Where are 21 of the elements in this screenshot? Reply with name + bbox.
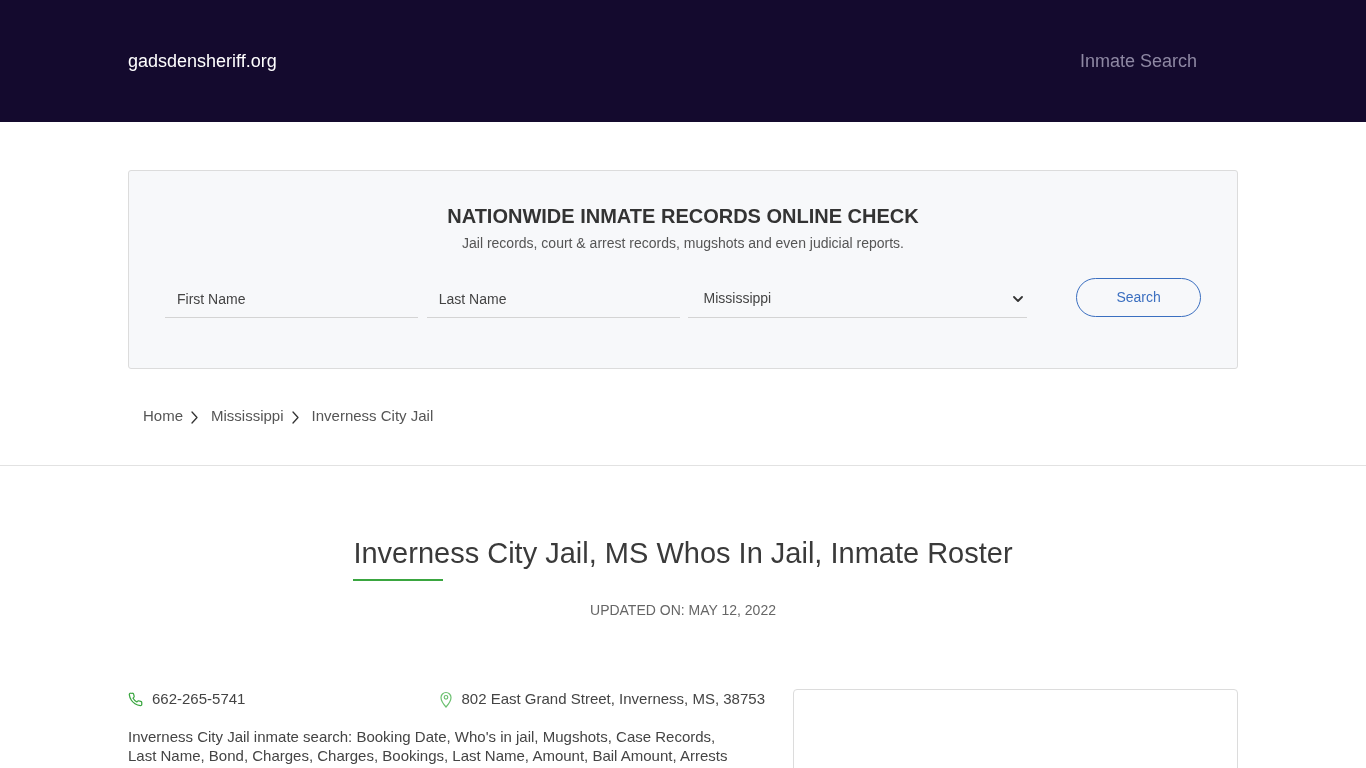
chevron-down-icon	[1013, 295, 1024, 302]
chevron-right-icon	[191, 410, 198, 424]
description-text: Inverness City Jail inmate search: Booking Date, Who's in jail, Mugshots, Case Records, Last Name, Bond, Charges, Charges, Bookings, Last Name, Amount, Bail Amount, Arrests	[128, 727, 729, 765]
select-value: Mississippi	[703, 289, 772, 308]
site-logo-link[interactable]: gadsdensheriff.org	[128, 47, 277, 75]
breadcrumb-link[interactable]: Inverness City Jail	[311, 404, 434, 428]
chevron-right-icon	[291, 410, 299, 424]
state-select-field[interactable]: Mississippi	[687, 280, 1028, 318]
address-text: 802 East Grand Street, Inverness, MS, 38753	[461, 688, 765, 709]
text-input-field[interactable]: Last Name	[426, 280, 680, 318]
page-title: Inverness City Jail, MS Whos In Jail, Inmate Roster	[353, 536, 1013, 570]
updated-date: UPDATED ON: MAY 12, 2022	[590, 601, 776, 619]
map-pin-icon	[440, 690, 453, 708]
text-input-field[interactable]: First Name	[165, 280, 418, 318]
panel-title: NATIONWIDE INMATE RECORDS ONLINE CHECK	[447, 204, 919, 229]
phone-icon	[128, 691, 143, 707]
nav-link[interactable]: Inmate Search	[1079, 47, 1197, 75]
phone-number-link[interactable]: 662-265-5741	[152, 687, 246, 711]
panel-subtitle: Jail records, court & arrest records, mugshots and even judicial reports.	[462, 234, 904, 252]
breadcrumb-link[interactable]: Home	[143, 404, 183, 428]
breadcrumb-link[interactable]: Mississippi	[211, 404, 284, 428]
